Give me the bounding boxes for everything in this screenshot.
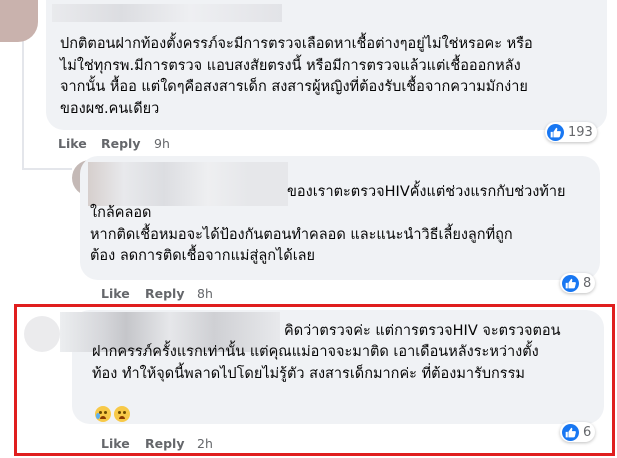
redacted-author-name: [52, 4, 282, 22]
reply-button[interactable]: Reply: [145, 286, 184, 301]
redacted-author-name: [88, 162, 288, 206]
comment-text: ของเราตะตรวจHIVคั้งแต่ช่วงแรกกับช่วงท้าย: [287, 184, 566, 200]
comment-timestamp[interactable]: 8h: [197, 286, 213, 301]
thread-connector: [22, 168, 72, 170]
like-button[interactable]: Like: [101, 286, 130, 301]
like-button[interactable]: Like: [58, 136, 87, 151]
reaction-count[interactable]: 8: [560, 273, 596, 293]
comment-timestamp[interactable]: 9h: [154, 136, 170, 151]
reply-button[interactable]: Reply: [101, 136, 140, 151]
reaction-number: 193: [568, 124, 593, 140]
like-reaction-icon: [562, 274, 579, 292]
reaction-count[interactable]: 193: [545, 122, 597, 142]
avatar[interactable]: [0, 0, 38, 42]
like-reaction-icon: [547, 123, 564, 141]
thread-line: [22, 40, 24, 170]
highlight-box: [14, 304, 615, 456]
comment-text: ปกติตอนฝากท้องตั้งครรภ์จะมีการตรวจเลือดห…: [60, 36, 533, 117]
comment-text: ใกล้คลอด หากติดเชื้อหมอจะได้ป้องกันตอนทำ…: [90, 205, 513, 264]
reaction-number: 8: [583, 275, 592, 291]
